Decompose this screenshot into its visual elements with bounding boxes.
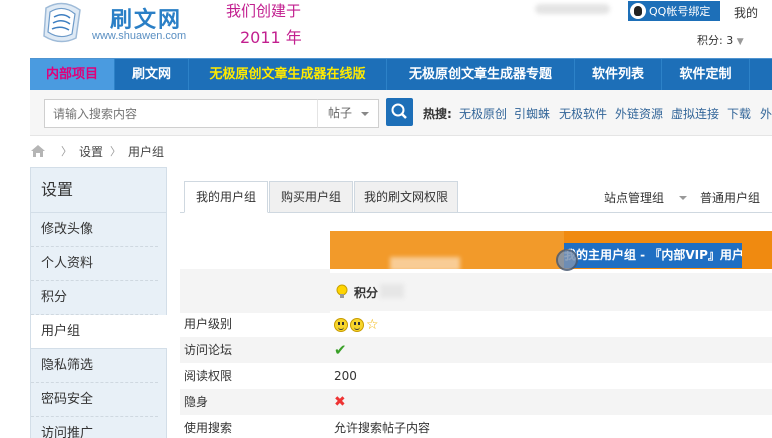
sidebar-item-usergroup[interactable]: 用户组 xyxy=(31,315,167,349)
site-header: 刷文网 www.shuawen.com 我们创建于 2011 年 QQ帐号绑定 … xyxy=(0,0,772,58)
tab-my-permissions[interactable]: 我的刷文网权限 xyxy=(354,181,458,213)
row-label-user-level: 用户级别 xyxy=(184,317,233,331)
table-row: 用户级别 ☆ xyxy=(180,311,772,337)
slogan-line1: 我们创建于 xyxy=(226,2,302,20)
chevron-down-icon xyxy=(679,196,687,200)
row-label-read-permission: 阅读权限 xyxy=(184,369,233,383)
blurred-score xyxy=(380,284,404,298)
site-logo-url: www.shuawen.com xyxy=(92,30,187,42)
lightbulb-icon xyxy=(336,284,348,298)
table-row: 阅读权限 200 xyxy=(180,363,772,389)
qq-bind-button[interactable]: QQ帐号绑定 xyxy=(628,1,720,21)
score-row: 积分 xyxy=(330,273,772,311)
hot-link[interactable]: 虚拟连接 xyxy=(671,105,719,122)
breadcrumb-item[interactable]: 用户组 xyxy=(128,143,164,160)
hot-search-label: 热搜: xyxy=(423,107,452,121)
hot-link[interactable]: 无极软件 xyxy=(559,105,607,122)
header-score-text: 积分: 3 xyxy=(697,34,734,47)
hot-link[interactable]: 无极原创 xyxy=(459,105,507,122)
smiley-icon xyxy=(350,317,364,332)
search-type-select[interactable]: 帖子 xyxy=(317,99,379,128)
cross-icon: ✖ xyxy=(334,394,346,410)
mouse-cursor-icon xyxy=(556,249,578,271)
table-row: 使用搜索 允许搜索帖子内容 xyxy=(180,415,772,438)
table-left-cell xyxy=(180,269,330,313)
site-admin-group-dropdown[interactable]: 站点管理组 xyxy=(604,189,664,206)
breadcrumb-item[interactable]: 设置 xyxy=(79,143,103,160)
nav-item-software-list[interactable]: 软件列表 xyxy=(575,59,662,90)
tab-my-usergroup[interactable]: 我的用户组 xyxy=(184,181,268,213)
home-icon[interactable] xyxy=(30,144,46,158)
hot-link[interactable]: 下载 xyxy=(727,105,751,122)
slogan-line2: 2011 年 xyxy=(240,28,302,47)
nav-item-generator-online[interactable]: 无极原创文章生成器在线版 xyxy=(189,59,387,90)
site-logo-icon[interactable] xyxy=(38,0,88,48)
hot-link[interactable]: 引蜘蛛 xyxy=(514,105,550,122)
chevron-down-icon: ▼ xyxy=(736,37,744,47)
sidebar-item-privacy[interactable]: 隐私筛选 xyxy=(31,349,158,383)
use-search-value: 允许搜索帖子内容 xyxy=(334,421,431,435)
search-input[interactable] xyxy=(44,99,350,128)
sidebar-item-profile[interactable]: 个人资料 xyxy=(31,247,158,281)
vip-header-bar-right xyxy=(742,231,772,269)
row-label-use-search: 使用搜索 xyxy=(184,421,233,435)
sidebar-title: 设置 xyxy=(31,168,166,213)
page: 刷文网 www.shuawen.com 我们创建于 2011 年 QQ帐号绑定 … xyxy=(0,0,772,438)
qq-bind-label: QQ帐号绑定 xyxy=(649,5,711,18)
header-score-dropdown[interactable]: 积分: 3 ▼ xyxy=(697,32,744,48)
nav-item-internal[interactable]: 内部项目 xyxy=(30,59,115,90)
vip-group-title: 我的主用户组 - 『内部VIP』用户 xyxy=(564,243,742,268)
read-permission-value: 200 xyxy=(334,369,357,383)
table-row: 访问论坛 ✔ xyxy=(180,337,772,363)
smiley-icon xyxy=(334,317,348,332)
blurred-username xyxy=(535,4,610,14)
hot-link[interactable]: 外 xyxy=(760,105,772,122)
main-nav: 内部项目 刷文网 无极原创文章生成器在线版 无极原创文章生成器专题 软件列表 软… xyxy=(30,58,772,90)
nav-item-generator-topic[interactable]: 无极原创文章生成器专题 xyxy=(387,59,575,90)
score-label: 积分 xyxy=(354,286,379,300)
sidebar-item-promotion[interactable]: 访问推广 xyxy=(31,417,158,438)
main-content: 我的用户组 购买用户组 我的刷文网权限 站点管理组 普通用户组 我的主用户组 -… xyxy=(180,167,772,438)
user-level-icons: ☆ xyxy=(334,311,379,337)
star-icon: ☆ xyxy=(366,316,379,333)
breadcrumb-separator: 〉 xyxy=(61,145,72,158)
row-label-access-forum: 访问论坛 xyxy=(184,343,233,357)
tab-buy-usergroup[interactable]: 购买用户组 xyxy=(269,181,353,213)
check-icon: ✔ xyxy=(334,341,347,359)
sidebar-item-credits[interactable]: 积分 xyxy=(31,281,158,315)
table-row: 隐身 ✖ xyxy=(180,389,772,415)
breadcrumb: 〉 设置 〉 用户组 xyxy=(30,142,164,160)
regular-user-group-link[interactable]: 普通用户组 xyxy=(700,189,760,206)
search-type-value: 帖子 xyxy=(328,106,353,120)
nav-item-software-custom[interactable]: 软件定制 xyxy=(662,59,750,90)
breadcrumb-separator: 〉 xyxy=(110,145,122,158)
qq-penguin-icon xyxy=(630,3,646,19)
blurred-text xyxy=(390,257,460,271)
nav-item-shuawen[interactable]: 刷文网 xyxy=(115,59,189,90)
row-label-invisible: 隐身 xyxy=(184,395,209,409)
search-icon xyxy=(391,103,407,119)
settings-sidebar: 设置 修改头像 个人资料 积分 用户组 隐私筛选 密码安全 访问推广 xyxy=(30,167,167,438)
search-button[interactable] xyxy=(386,98,413,126)
chevron-down-icon xyxy=(361,112,369,116)
sidebar-item-avatar[interactable]: 修改头像 xyxy=(31,213,158,247)
sidebar-item-password[interactable]: 密码安全 xyxy=(31,383,158,417)
my-account-link[interactable]: 我的 xyxy=(734,4,758,21)
hot-link[interactable]: 外链资源 xyxy=(615,105,663,122)
search-bar: 帖子 热搜: 无极原创 引蜘蛛 无极软件 外链资源 虚拟连接 下载 外 xyxy=(30,90,772,136)
